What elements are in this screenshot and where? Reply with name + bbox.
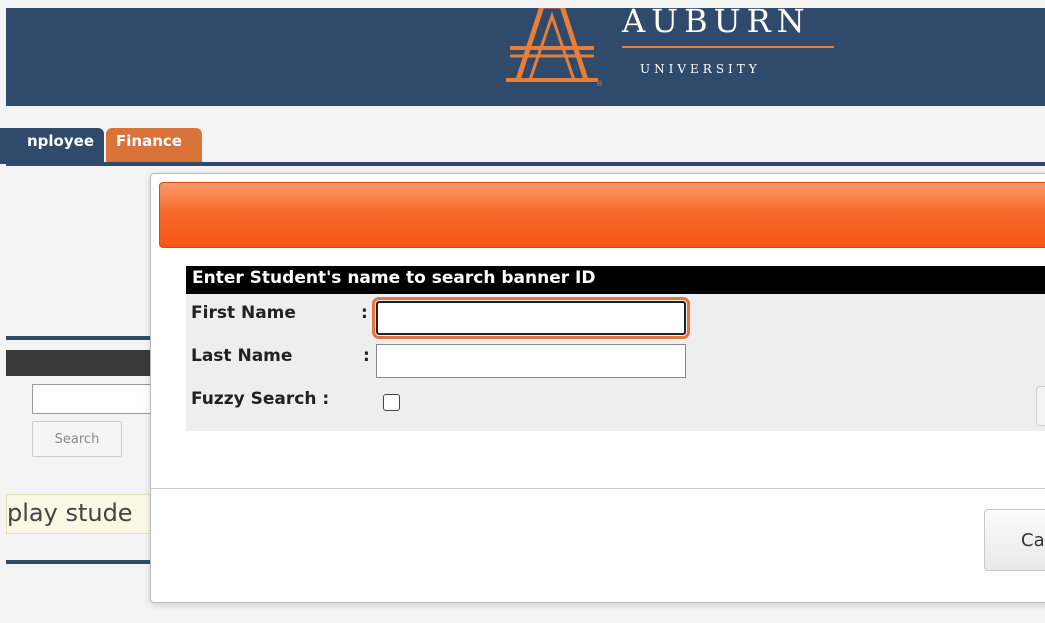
fuzzy-search-checkbox[interactable] xyxy=(383,394,400,411)
logo-divider xyxy=(622,46,834,48)
last-name-input[interactable] xyxy=(376,344,686,378)
panel-header-bar xyxy=(6,350,156,376)
last-name-colon: : xyxy=(363,346,370,366)
background-search-input[interactable] xyxy=(32,384,162,414)
student-search-dialog: Enter Student's name to search banner ID… xyxy=(150,173,1045,603)
dialog-titlebar[interactable] xyxy=(159,182,1045,248)
tab-finance[interactable]: Finance xyxy=(106,128,202,164)
dialog-footer-divider xyxy=(151,488,1045,489)
last-name-label: Last Name xyxy=(191,346,293,366)
panel-bottom-divider xyxy=(6,560,156,564)
panel-divider xyxy=(6,336,156,340)
svg-text:®: ® xyxy=(596,80,603,88)
tab-underline xyxy=(6,162,1045,166)
cancel-button[interactable]: Ca xyxy=(984,509,1045,571)
background-search-button[interactable]: Search xyxy=(32,421,122,457)
fuzzy-search-label: Fuzzy Search : xyxy=(191,389,330,409)
main-tabs: nployee Finance xyxy=(0,128,1045,164)
tab-employee[interactable]: nployee xyxy=(0,128,104,164)
logo-title: AUBURN xyxy=(622,8,811,40)
logo-subtitle: UNIVERSITY xyxy=(640,62,761,76)
background-info-message: play stude xyxy=(6,494,156,534)
first-name-input[interactable] xyxy=(372,297,690,339)
search-form: Enter Student's name to search banner ID… xyxy=(186,266,1045,431)
first-name-label: First Name xyxy=(191,303,296,323)
form-header: Enter Student's name to search banner ID xyxy=(186,266,1045,294)
page-header: ® AUBURN UNIVERSITY xyxy=(6,8,1045,106)
search-submit-button[interactable] xyxy=(1036,386,1045,426)
auburn-logo-icon: ® xyxy=(506,8,603,88)
first-name-colon: : xyxy=(361,303,368,323)
